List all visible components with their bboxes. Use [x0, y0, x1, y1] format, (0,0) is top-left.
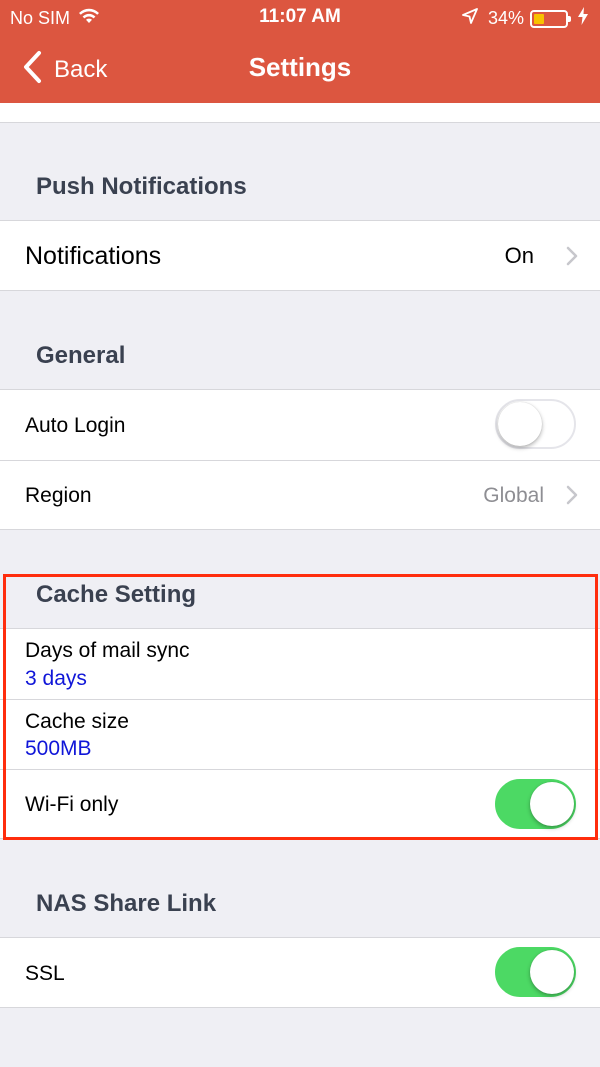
page-title: Settings	[248, 52, 352, 82]
ssl-row: SSL	[0, 938, 600, 1007]
auto-login-toggle[interactable]	[495, 399, 576, 449]
notifications-label: Notifications	[25, 242, 162, 270]
section-header-cache: Cache Setting	[36, 581, 197, 608]
top-divider	[0, 103, 600, 123]
battery-percent: 34%	[487, 8, 524, 28]
toggle-knob	[530, 950, 574, 994]
chevron-right-icon	[566, 485, 578, 510]
days-sync-row[interactable]: Days of mail sync 3 days	[0, 629, 600, 699]
battery-fill	[534, 13, 544, 24]
status-right: 34%	[462, 7, 588, 30]
wifi-only-toggle[interactable]	[495, 779, 576, 829]
group-push: Notifications On	[0, 220, 600, 291]
toggle-knob	[530, 782, 574, 826]
ssl-label: SSL	[25, 962, 65, 985]
wifi-only-label: Wi-Fi only	[25, 793, 119, 816]
group-general: Auto Login Region Global	[0, 389, 600, 530]
app-header: No SIM 11:07 AM 34% Back Settings	[0, 0, 600, 103]
days-sync-label: Days of mail sync	[25, 639, 190, 662]
auto-login-label: Auto Login	[25, 414, 126, 437]
wifi-only-row: Wi-Fi only	[0, 769, 600, 838]
group-nas: SSL	[0, 937, 600, 1008]
ssl-toggle[interactable]	[495, 947, 576, 997]
charging-bolt-icon	[578, 7, 588, 30]
battery-icon	[530, 9, 571, 28]
notifications-value: On	[504, 243, 534, 268]
cache-size-label: Cache size	[25, 710, 129, 733]
region-label: Region	[25, 484, 92, 507]
section-header-nas: NAS Share Link	[36, 890, 217, 917]
toggle-knob	[498, 402, 542, 446]
days-sync-value: 3 days	[25, 667, 87, 690]
status-bar: No SIM 11:07 AM 34%	[0, 0, 600, 36]
nav-bar: Back Settings	[0, 36, 600, 100]
notifications-row[interactable]: Notifications On	[0, 221, 600, 290]
chevron-right-icon	[566, 246, 578, 271]
group-cache: Days of mail sync 3 days Cache size 500M…	[0, 628, 600, 839]
region-value: Global	[483, 484, 544, 507]
region-row[interactable]: Region Global	[0, 460, 600, 529]
location-arrow-icon	[462, 8, 478, 29]
auto-login-row: Auto Login	[0, 390, 600, 460]
section-header-push: Push Notifications	[36, 173, 247, 200]
cache-size-row[interactable]: Cache size 500MB	[0, 699, 600, 769]
cache-size-value: 500MB	[25, 737, 92, 760]
section-header-general: General	[36, 342, 126, 369]
